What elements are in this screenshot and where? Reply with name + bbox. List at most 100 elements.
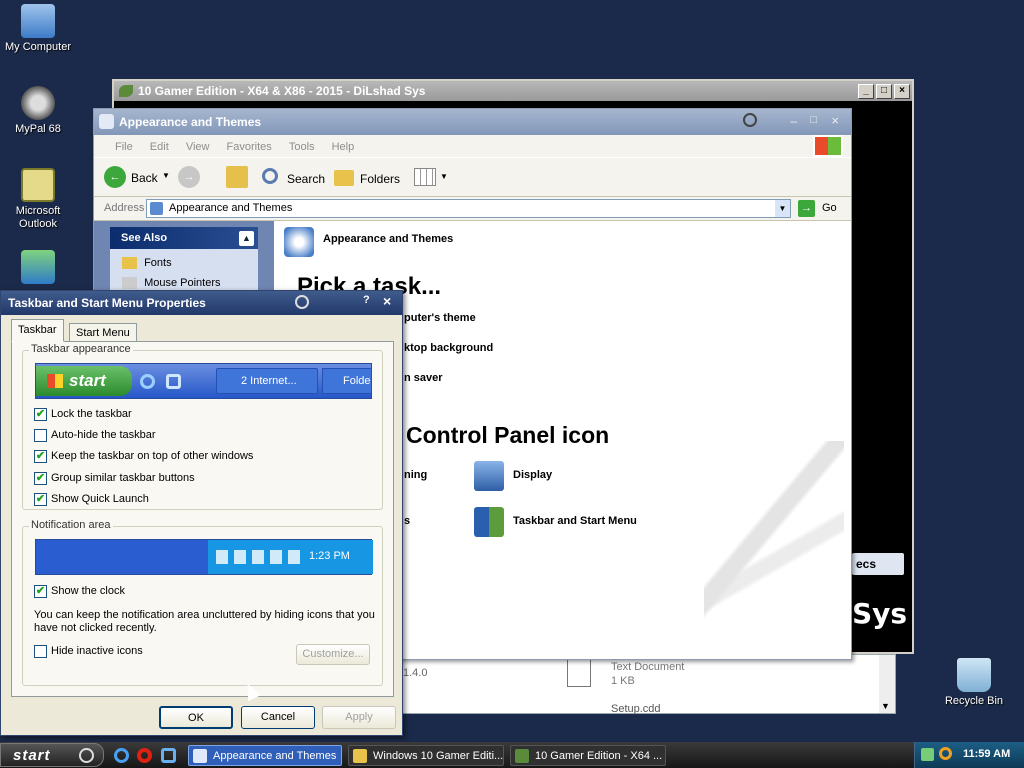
apply-button[interactable]: Apply — [322, 706, 396, 729]
menu-file[interactable]: File — [108, 135, 140, 153]
task-link[interactable]: puter's theme — [404, 312, 476, 324]
tab-start-menu[interactable]: Start Menu — [69, 323, 137, 342]
menu-view[interactable]: View — [179, 135, 217, 153]
menu-tools[interactable]: Tools — [282, 135, 322, 153]
control-panel-link[interactable]: s — [404, 515, 410, 527]
menu-edit[interactable]: Edit — [143, 135, 176, 153]
task-link[interactable]: n saver — [404, 372, 443, 384]
control-panel-link[interactable]: ning — [404, 469, 427, 481]
tray-area: 1:23 PM — [208, 540, 373, 574]
lock-taskbar-checkbox[interactable]: ✔ Lock the taskbar — [34, 408, 132, 422]
taskbar-tab-panel: Taskbar appearance start 2 Internet... F… — [11, 341, 394, 697]
category-title: Appearance and Themes — [323, 233, 454, 245]
checkbox-box[interactable] — [34, 429, 47, 442]
tab-label: Start Menu — [76, 327, 130, 339]
quicklaunch-opera-icon[interactable] — [137, 748, 152, 763]
taskbar-start-menu-link[interactable]: Taskbar and Start Menu — [474, 507, 664, 539]
quicklaunch-ie-icon[interactable] — [114, 748, 129, 763]
taskbar-item-appearance[interactable]: Appearance and Themes — [188, 745, 342, 766]
auto-hide-checkbox[interactable]: Auto-hide the taskbar — [34, 429, 156, 443]
folders-button[interactable]: Folders — [332, 166, 400, 190]
text-document-item[interactable]: Text Document 1 KB — [567, 659, 767, 689]
quicklaunch-ie-alt-icon[interactable] — [161, 748, 176, 763]
display-link[interactable]: Display — [474, 461, 594, 493]
dropdown-arrow-icon[interactable]: ▼ — [775, 200, 790, 217]
customize-button[interactable]: Customize... — [296, 644, 370, 665]
gamer-window-titlebar[interactable]: 10 Gamer Edition - X64 & X86 - 2015 - Di… — [114, 81, 912, 101]
group-buttons-checkbox[interactable]: ✔ Group similar taskbar buttons — [34, 472, 195, 486]
see-also-item-fonts[interactable]: Fonts — [122, 257, 172, 270]
tab-label: Taskbar — [18, 324, 57, 336]
hide-inactive-checkbox[interactable]: Hide inactive icons — [34, 645, 143, 659]
cancel-button[interactable]: Cancel — [241, 706, 315, 729]
network-tray-icon[interactable] — [921, 748, 934, 761]
taskbar-item-windows-gamer[interactable]: Windows 10 Gamer Editi... — [348, 745, 504, 766]
quick-launch-checkbox[interactable]: ✔ Show Quick Launch — [34, 493, 149, 507]
display-icon — [474, 461, 504, 491]
checkbox-box[interactable]: ✔ — [34, 493, 47, 506]
specs-banner: ecs — [852, 553, 904, 575]
appearance-window-titlebar[interactable]: Appearance and Themes – □ × — [94, 109, 851, 135]
show-clock-checkbox[interactable]: ✔ Show the clock — [34, 585, 125, 599]
preview-folder-label: Folde — [343, 375, 371, 387]
views-button[interactable]: ▼ — [414, 166, 450, 190]
dialog-titlebar[interactable]: Taskbar and Start Menu Properties ? × — [1, 291, 402, 315]
menu-help[interactable]: Help — [325, 135, 362, 153]
start-label: start — [13, 747, 51, 764]
search-button[interactable]: Search — [260, 166, 325, 190]
back-arrow-icon: ← — [104, 166, 126, 188]
go-arrow-icon: → — [798, 200, 815, 217]
dropdown-arrow-icon[interactable]: ▼ — [162, 171, 170, 180]
notification-preview: 1:23 PM — [35, 539, 373, 575]
checkbox-box[interactable]: ✔ — [34, 585, 47, 598]
up-folder-button[interactable] — [226, 166, 248, 188]
minimize-button[interactable]: _ — [858, 84, 874, 99]
maximize-button[interactable]: □ — [876, 84, 892, 99]
preview-folder-item: Folde — [322, 368, 372, 394]
fonts-folder-icon — [122, 257, 137, 270]
checkbox-box[interactable]: ✔ — [34, 450, 47, 463]
desktop-icon-network[interactable] — [0, 250, 76, 287]
checkbox-box[interactable] — [34, 645, 47, 658]
desktop-icon-mypal[interactable]: MyPal 68 — [0, 86, 76, 136]
desktop-icon-my-computer[interactable]: My Computer — [0, 4, 76, 54]
start-button[interactable]: start — [0, 743, 104, 767]
help-button[interactable]: ? — [363, 294, 370, 306]
menu-favorites[interactable]: Favorites — [220, 135, 279, 153]
desktop-icon-outlook[interactable]: Microsoft Outlook — [0, 168, 76, 231]
maximize-button[interactable]: □ — [810, 114, 817, 126]
checkbox-label: Hide inactive icons — [51, 645, 143, 657]
keep-on-top-checkbox[interactable]: ✔ Keep the taskbar on top of other window… — [34, 450, 253, 464]
see-also-header[interactable]: See Also ▲ — [110, 227, 258, 249]
file-name: Setup.cdd — [611, 703, 661, 715]
system-tray: 11:59 AM — [914, 742, 1024, 768]
display-label: Display — [513, 469, 553, 481]
search-tray-icon[interactable] — [939, 747, 952, 760]
ok-button[interactable]: OK — [159, 706, 233, 729]
checkbox-box[interactable]: ✔ — [34, 408, 47, 421]
scroll-down-arrow-icon[interactable]: ▼ — [881, 701, 890, 711]
desktop-icon-label: Microsoft Outlook — [15, 205, 61, 230]
close-button[interactable]: × — [831, 113, 839, 128]
recycle-bin-icon — [957, 658, 991, 692]
address-input[interactable]: Appearance and Themes ▼ — [146, 199, 791, 218]
close-button[interactable]: × — [383, 293, 391, 309]
back-button[interactable]: ← Back ▼ — [102, 164, 172, 190]
see-also-item-mouse-pointers[interactable]: Mouse Pointers — [122, 277, 221, 290]
desktop-icon-recycle-bin[interactable]: Recycle Bin — [936, 658, 1012, 708]
scrollbar[interactable]: ▼ — [879, 655, 895, 713]
power-icon — [79, 748, 94, 763]
go-button[interactable]: → Go — [796, 199, 846, 218]
minimize-button[interactable]: – — [790, 114, 797, 128]
taskbar-properties-dialog[interactable]: Taskbar and Start Menu Properties ? × Ta… — [0, 290, 403, 736]
forward-button[interactable]: → — [178, 166, 200, 188]
task-link[interactable]: ktop background — [404, 342, 493, 354]
checkbox-label: Show the clock — [51, 585, 125, 597]
close-button[interactable]: × — [894, 84, 910, 99]
taskbar-start-menu-label: Taskbar and Start Menu — [513, 515, 637, 527]
checkbox-label: Group similar taskbar buttons — [51, 472, 195, 484]
checkbox-box[interactable]: ✔ — [34, 472, 47, 485]
tab-taskbar[interactable]: Taskbar — [11, 319, 64, 342]
collapse-chevron-icon[interactable]: ▲ — [239, 231, 254, 246]
taskbar-item-gamer-edition[interactable]: 10 Gamer Edition - X64 ... — [510, 745, 666, 766]
